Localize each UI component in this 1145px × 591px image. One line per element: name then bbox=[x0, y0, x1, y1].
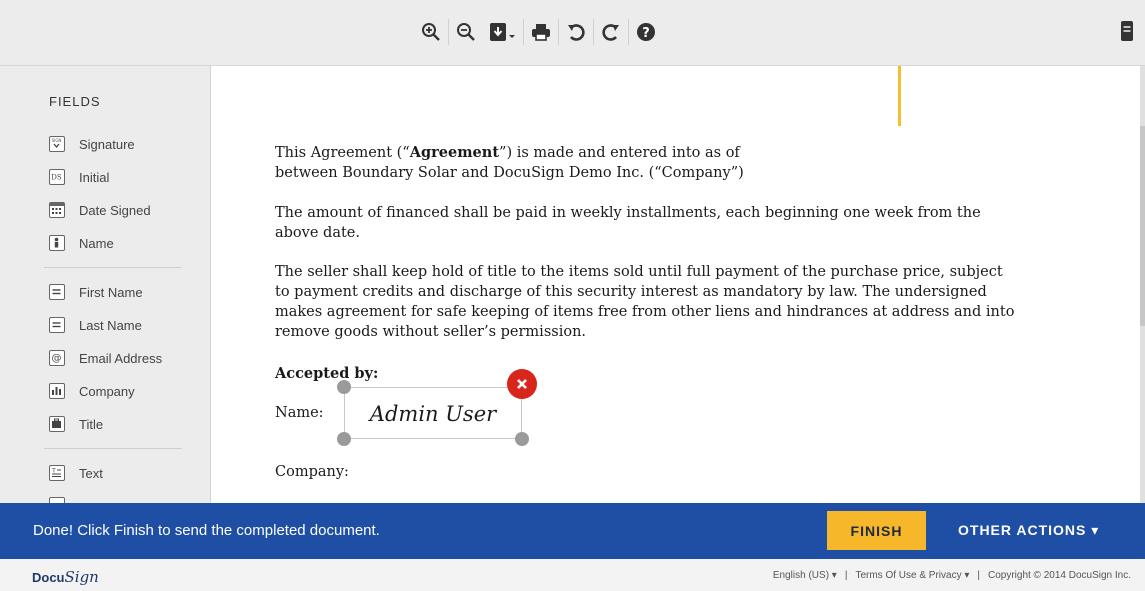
svg-text:T: T bbox=[51, 468, 56, 475]
field-name[interactable]: Name bbox=[49, 232, 114, 254]
signature-field[interactable]: Admin User bbox=[344, 387, 522, 439]
field-label: Initial bbox=[79, 169, 110, 185]
action-bar: Done! Click Finish to send the completed… bbox=[0, 503, 1145, 559]
completion-message: Done! Click Finish to send the completed… bbox=[33, 522, 380, 539]
print-button[interactable] bbox=[524, 15, 558, 49]
svg-text:SIGN: SIGN bbox=[52, 138, 62, 143]
download-button[interactable] bbox=[483, 15, 523, 49]
remove-signature-button[interactable] bbox=[507, 369, 537, 399]
field-label: Title bbox=[79, 416, 104, 432]
svg-text:DS: DS bbox=[51, 174, 62, 182]
sidebar-divider bbox=[44, 267, 182, 268]
document-scrollbar[interactable] bbox=[1140, 66, 1145, 503]
field-date-signed[interactable]: Date Signed bbox=[49, 199, 151, 221]
company-label: Company: bbox=[275, 464, 349, 480]
field-text[interactable]: T Text bbox=[49, 462, 103, 484]
field-label: Signature bbox=[79, 136, 135, 152]
finish-button[interactable]: FINISH bbox=[827, 511, 926, 550]
footer-separator: | bbox=[844, 570, 848, 581]
field-label: Last Name bbox=[79, 317, 142, 333]
svg-text:?: ? bbox=[642, 26, 650, 41]
svg-text:@: @ bbox=[52, 353, 62, 364]
initial-icon: DS bbox=[49, 169, 65, 185]
rotate-right-button[interactable] bbox=[594, 15, 628, 49]
other-actions-menu[interactable]: OTHER ACTIONS ▾ bbox=[958, 522, 1099, 539]
document-panel-button[interactable] bbox=[1120, 20, 1145, 46]
resize-handle-top-left[interactable] bbox=[337, 380, 351, 394]
resize-handle-bottom-right[interactable] bbox=[515, 432, 529, 446]
field-email-address[interactable]: @ Email Address bbox=[49, 347, 162, 369]
first-name-icon bbox=[49, 284, 65, 300]
terms-link[interactable]: Terms Of Use & Privacy ▾ bbox=[855, 570, 969, 581]
document-panel-icon bbox=[1121, 21, 1133, 41]
document-page: This Agreement (“Agreement”) is made and… bbox=[211, 66, 1140, 503]
field-last-name[interactable]: Last Name bbox=[49, 314, 142, 336]
email-icon: @ bbox=[49, 350, 65, 366]
logo-script: Sign bbox=[64, 568, 99, 586]
copyright-text: Copyright © 2014 DocuSign Inc. bbox=[987, 570, 1131, 581]
field-partial[interactable] bbox=[49, 494, 79, 503]
agreement-paragraph: This Agreement (“Agreement”) is made and… bbox=[275, 143, 1015, 183]
date-signed-icon bbox=[49, 202, 65, 218]
company-icon bbox=[49, 383, 65, 399]
print-icon bbox=[532, 24, 550, 41]
field-label: Company bbox=[79, 383, 135, 399]
installments-paragraph: The amount of financed shall be paid in … bbox=[275, 205, 981, 241]
field-title[interactable]: Title bbox=[49, 413, 103, 435]
toolbar-button-group: ? bbox=[414, 14, 663, 50]
text-icon: T bbox=[49, 465, 65, 481]
last-name-icon bbox=[49, 317, 65, 333]
logo-prefix: Docu bbox=[32, 570, 65, 585]
agreement-text: This Agreement (“ bbox=[275, 145, 410, 161]
help-button[interactable]: ? bbox=[629, 15, 663, 49]
agreement-text: ”) is made and entered into as of bbox=[499, 145, 740, 161]
footer-separator: | bbox=[977, 570, 980, 581]
rotate-left-icon bbox=[568, 24, 585, 41]
language-selector[interactable]: English (US) ▾ bbox=[773, 570, 837, 581]
field-label: Text bbox=[79, 465, 103, 481]
footer: DocuSign English (US) ▾ | Terms Of Use &… bbox=[0, 559, 1145, 591]
field-company[interactable]: Company bbox=[49, 380, 135, 402]
rotate-left-button[interactable] bbox=[559, 15, 593, 49]
document-toolbar: ? bbox=[0, 0, 1145, 66]
sidebar-divider bbox=[44, 448, 182, 449]
zoom-out-button[interactable] bbox=[449, 15, 483, 49]
help-icon: ? bbox=[637, 23, 655, 41]
field-initial[interactable]: DS Initial bbox=[49, 166, 109, 188]
signature-icon: SIGN bbox=[49, 136, 65, 152]
rotate-right-icon bbox=[602, 24, 619, 41]
title-icon bbox=[49, 416, 65, 432]
field-label: First Name bbox=[79, 284, 143, 300]
field-label: Name bbox=[79, 235, 114, 251]
field-label: Date Signed bbox=[79, 202, 151, 218]
signature-image: Admin User bbox=[368, 402, 498, 426]
name-label: Name: bbox=[275, 405, 324, 421]
fields-sidebar: FIELDS SIGN Signature DS Initial Date Si… bbox=[0, 66, 211, 503]
field-first-name[interactable]: First Name bbox=[49, 281, 143, 303]
field-label: Email Address bbox=[79, 350, 163, 366]
zoom-in-icon bbox=[422, 23, 440, 41]
scrollbar-thumb[interactable] bbox=[1140, 126, 1145, 326]
accepted-by-label: Accepted by: bbox=[275, 365, 379, 382]
name-icon bbox=[49, 235, 65, 251]
field-signature[interactable]: SIGN Signature bbox=[49, 133, 135, 155]
svg-text:Admin User: Admin User bbox=[368, 402, 498, 426]
resize-handle-bottom-left[interactable] bbox=[337, 432, 351, 446]
fields-title: FIELDS bbox=[49, 94, 101, 109]
title-paragraph: The seller shall keep hold of title to t… bbox=[275, 264, 1015, 340]
download-icon bbox=[490, 23, 515, 41]
agreement-parties: between Boundary Solar and DocuSign Demo… bbox=[275, 165, 744, 181]
close-icon bbox=[517, 379, 527, 389]
zoom-in-button[interactable] bbox=[414, 15, 448, 49]
footer-links: English (US) ▾ | Terms Of Use & Privacy … bbox=[773, 570, 1131, 581]
insertion-marker bbox=[898, 66, 901, 126]
docusign-logo: DocuSign bbox=[32, 568, 99, 586]
zoom-out-icon bbox=[457, 23, 475, 41]
agreement-bold-term: Agreement bbox=[409, 144, 500, 161]
